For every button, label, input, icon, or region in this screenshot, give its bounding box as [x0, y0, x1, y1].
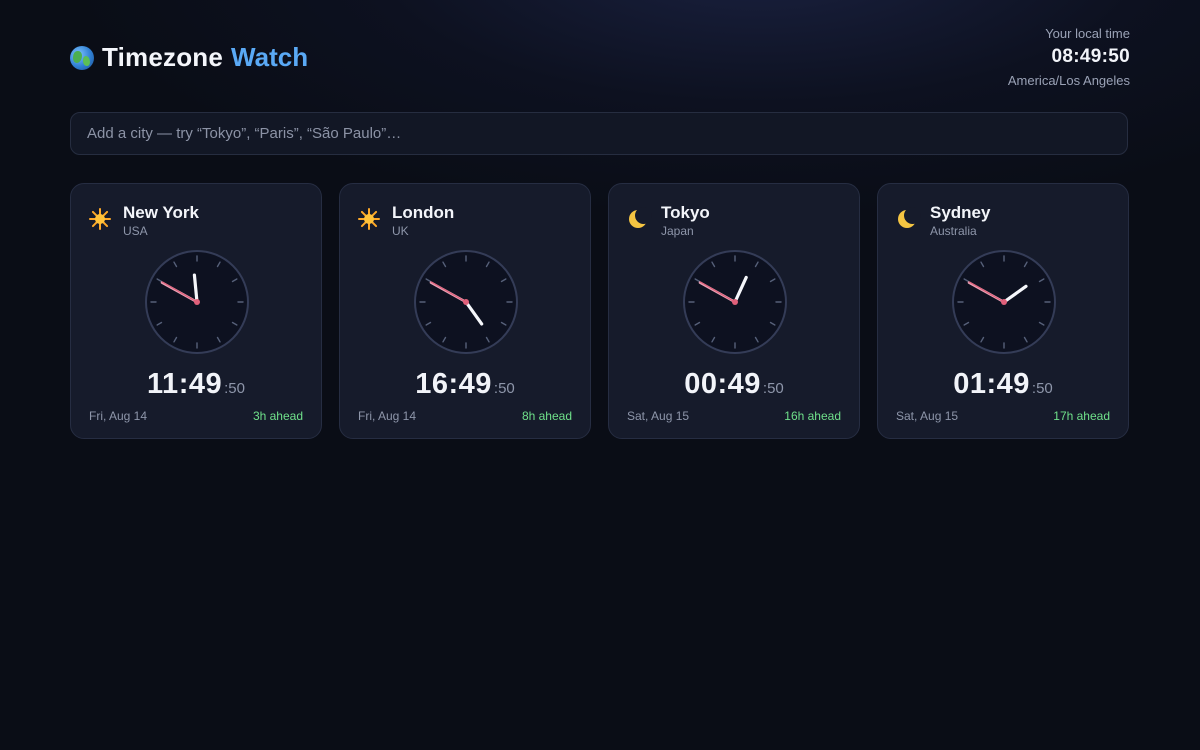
header: Timezone Watch Your local time 08:49:50 … — [70, 26, 1130, 100]
city-card-footer: Fri, Aug 14 8h ahead — [358, 409, 572, 423]
local-time-value: 08:49:50 — [1051, 46, 1130, 67]
city-name: London — [392, 203, 455, 222]
clock-face — [145, 250, 249, 354]
city-country: Japan — [661, 224, 694, 238]
time-offset: 16h ahead — [784, 409, 841, 423]
local-timezone: America/Los Angeles — [1007, 73, 1130, 88]
city-card-header: Sydney Australia — [896, 203, 990, 239]
city-card-footer: Sat, Aug 15 17h ahead — [896, 409, 1110, 423]
city-card-sydney[interactable]: Sydney Australia 01:49:50 Sat, Aug 15 17… — [877, 183, 1129, 439]
digital-time: 01:49:50 — [878, 368, 1128, 401]
city-name: Sydney — [930, 203, 991, 222]
city-card-header: Tokyo Japan — [627, 203, 710, 239]
analog-clock — [144, 249, 250, 360]
app-title-accent: Watch — [231, 42, 309, 72]
city-search-input[interactable] — [71, 113, 1127, 154]
digital-seconds: :50 — [493, 380, 515, 397]
app-title-main: Timezone — [102, 42, 224, 72]
city-search-box[interactable] — [70, 112, 1128, 155]
time-offset: 8h ahead — [521, 409, 572, 423]
city-country: Australia — [930, 224, 977, 238]
city-country: UK — [392, 224, 409, 238]
clock-face — [952, 250, 1056, 354]
sun-icon — [358, 208, 380, 230]
digital-hours-minutes: 00:49 — [684, 368, 761, 400]
digital-hours-minutes: 11:49 — [147, 368, 223, 400]
digital-time: 11:49:50 — [71, 368, 321, 401]
digital-seconds: :50 — [762, 380, 784, 397]
clock-center-pin — [194, 299, 200, 305]
digital-time: 00:49:50 — [609, 368, 859, 401]
clock-center-pin — [1001, 299, 1007, 305]
city-cards: New York USA 11:49:50 Fri, Aug 14 3h ahe… — [70, 183, 1129, 439]
digital-hours-minutes: 01:49 — [953, 368, 1030, 400]
digital-time: 16:49:50 — [340, 368, 590, 401]
digital-seconds: :50 — [224, 380, 245, 397]
time-offset: 17h ahead — [1053, 409, 1110, 423]
digital-seconds: :50 — [1031, 380, 1053, 397]
clock-face — [414, 250, 518, 354]
sun-icon — [89, 208, 111, 230]
digital-hours-minutes: 16:49 — [415, 368, 492, 400]
moon-icon — [896, 207, 921, 230]
local-time-label: Your local time — [1045, 26, 1130, 41]
analog-clock — [951, 249, 1057, 360]
city-name: Tokyo — [661, 203, 710, 222]
moon-icon — [627, 207, 652, 230]
city-date: Sat, Aug 15 — [627, 409, 690, 423]
city-date: Fri, Aug 14 — [89, 409, 148, 423]
city-name: New York — [123, 203, 199, 222]
globe-icon — [70, 45, 94, 70]
city-card-header: New York USA — [89, 203, 199, 239]
clock-center-pin — [463, 299, 469, 305]
analog-clock — [413, 249, 519, 360]
city-country: USA — [123, 224, 148, 238]
city-card-new-york[interactable]: New York USA 11:49:50 Fri, Aug 14 3h ahe… — [70, 183, 322, 439]
local-time-panel: Your local time 08:49:50 America/Los Ang… — [1008, 26, 1130, 88]
city-date: Sat, Aug 15 — [896, 409, 959, 423]
city-card-tokyo[interactable]: Tokyo Japan 00:49:50 Sat, Aug 15 16h ahe… — [608, 183, 860, 439]
clock-center-pin — [732, 299, 738, 305]
app-title: Timezone Watch — [70, 42, 308, 73]
clock-face — [683, 250, 787, 354]
analog-clock — [682, 249, 788, 360]
city-card-footer: Fri, Aug 14 3h ahead — [89, 409, 303, 423]
city-card-header: London UK — [358, 203, 454, 239]
city-card-london[interactable]: London UK 16:49:50 Fri, Aug 14 8h ahead — [339, 183, 591, 439]
city-date: Fri, Aug 14 — [358, 409, 417, 423]
time-offset: 3h ahead — [252, 409, 303, 423]
city-card-footer: Sat, Aug 15 16h ahead — [627, 409, 841, 423]
